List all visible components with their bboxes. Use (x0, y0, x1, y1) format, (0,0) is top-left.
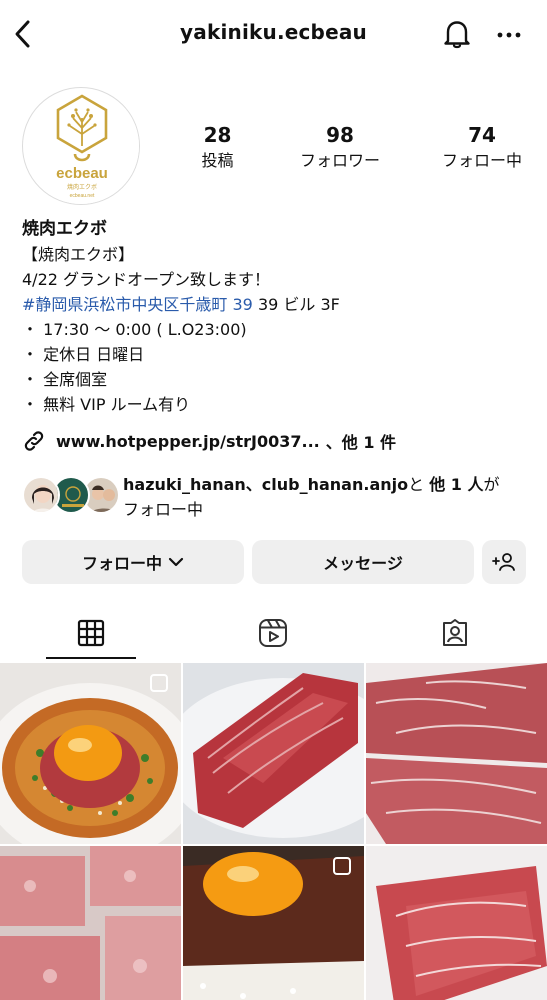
add-person-icon (492, 553, 515, 571)
bio-line: ・ 全席個室 (22, 370, 108, 389)
followed-line2: フォロー中 (123, 500, 204, 519)
suggest-people-button[interactable] (482, 540, 526, 584)
notifications-button[interactable] (440, 17, 474, 51)
link-extra-count: 、他 1 件 (325, 433, 397, 452)
bio-line: ・ 定休日 日曜日 (22, 345, 145, 364)
link-icon (24, 431, 44, 451)
post-thumbnail[interactable] (366, 663, 547, 844)
profile-tabs (0, 603, 547, 662)
profile-link[interactable]: www.hotpepper.jp/strJ0037... 、他 1 件 (22, 428, 396, 454)
tab-posts[interactable] (0, 603, 182, 662)
bio-address-line: #静岡県浜松市中央区千歳町 39 39 ビル 3F (22, 292, 532, 317)
followed-others[interactable]: 他 1 人 (429, 475, 483, 494)
following-label: フォロー中 (441, 151, 522, 170)
followers-label: フォロワー (299, 151, 380, 170)
posts-grid (0, 663, 547, 1000)
top-bar: yakiniku.ecbeau (0, 0, 547, 70)
followed-by-text: hazuki_hanan、club_hanan.anjoと 他 1 人が フォロ… (123, 472, 533, 522)
bell-icon (444, 21, 470, 49)
posts-label: 投稿 (201, 151, 234, 170)
multiple-images-icon (150, 674, 168, 692)
following-button[interactable]: フォロー中 (22, 540, 244, 584)
followed-by[interactable]: hazuki_hanan、club_hanan.anjoと 他 1 人が フォロ… (22, 472, 537, 522)
marbled-beef-photo (366, 663, 547, 844)
followed-usernames[interactable]: hazuki_hanan、club_hanan.anjo (123, 475, 408, 494)
profile-stats: 28 投稿 98 フォロワー 74 フォロー中 (170, 123, 540, 183)
reels-icon (259, 618, 287, 647)
svg-text:ecbeau: ecbeau (56, 165, 108, 182)
posts-count: 28 (203, 123, 232, 147)
svg-text:焼肉エクボ: 焼肉エクボ (67, 183, 97, 191)
post-thumbnail[interactable] (183, 663, 364, 844)
followed-conj: と (408, 475, 425, 494)
link-url: www.hotpepper.jp/strJ0037... (56, 431, 320, 451)
profile-display-name: 焼肉エクボ (22, 219, 107, 239)
chevron-down-icon (168, 557, 184, 567)
post-thumbnail[interactable] (0, 846, 181, 1000)
tab-tagged[interactable] (364, 603, 546, 662)
more-options-button[interactable] (494, 20, 524, 50)
stat-followers[interactable]: 98 フォロワー (265, 123, 415, 183)
post-thumbnail[interactable] (366, 846, 547, 1000)
post-thumbnail[interactable] (0, 663, 181, 844)
marbled-slices-photo (366, 846, 547, 1000)
svg-text:ecbeau.net: ecbeau.net (70, 193, 95, 199)
active-tab-indicator (46, 657, 136, 659)
profile-avatar[interactable]: ecbeau 焼肉エクボ ecbeau.net (22, 87, 140, 205)
following-button-label: フォロー中 (81, 554, 162, 573)
tagged-icon (443, 618, 467, 646)
hashtag-link[interactable]: #静岡県浜松市中央区千歳町 39 (22, 295, 253, 314)
tab-reels[interactable] (182, 603, 364, 662)
bio-line: ・ 17:30 〜 0:00 ( L.O23:00) (22, 320, 247, 339)
grid-icon (77, 619, 105, 646)
post-thumbnail[interactable] (183, 846, 364, 1000)
profile-actions: フォロー中 メッセージ (22, 540, 526, 584)
bio-line: 【焼肉エクボ】 (22, 245, 135, 264)
following-count: 74 (468, 123, 496, 147)
bio-line: 4/22 グランドオープン致します！ (22, 270, 271, 289)
followers-count: 98 (326, 123, 354, 147)
bio-line: ・ 無料 VIP ルーム有り (22, 395, 191, 414)
beef-slices-photo (183, 663, 364, 844)
stat-posts[interactable]: 28 投稿 (170, 123, 265, 183)
followed-suffix: が (483, 475, 500, 494)
message-button-label: メッセージ (323, 554, 403, 573)
more-horizontal-icon (497, 32, 521, 38)
stat-following[interactable]: 74 フォロー中 (427, 123, 537, 183)
follower-avatar (22, 476, 60, 514)
profile-bio: 焼肉エクボ 【焼肉エクボ】 4/22 グランドオープン致します！ #静岡県浜松市… (22, 217, 532, 417)
multiple-images-icon (333, 857, 351, 875)
message-button[interactable]: メッセージ (252, 540, 474, 584)
thick-tongue-photo (0, 846, 181, 1000)
address-rest: 39 ビル 3F (252, 295, 340, 314)
ecbeau-logo: ecbeau 焼肉エクボ ecbeau.net (24, 89, 139, 204)
